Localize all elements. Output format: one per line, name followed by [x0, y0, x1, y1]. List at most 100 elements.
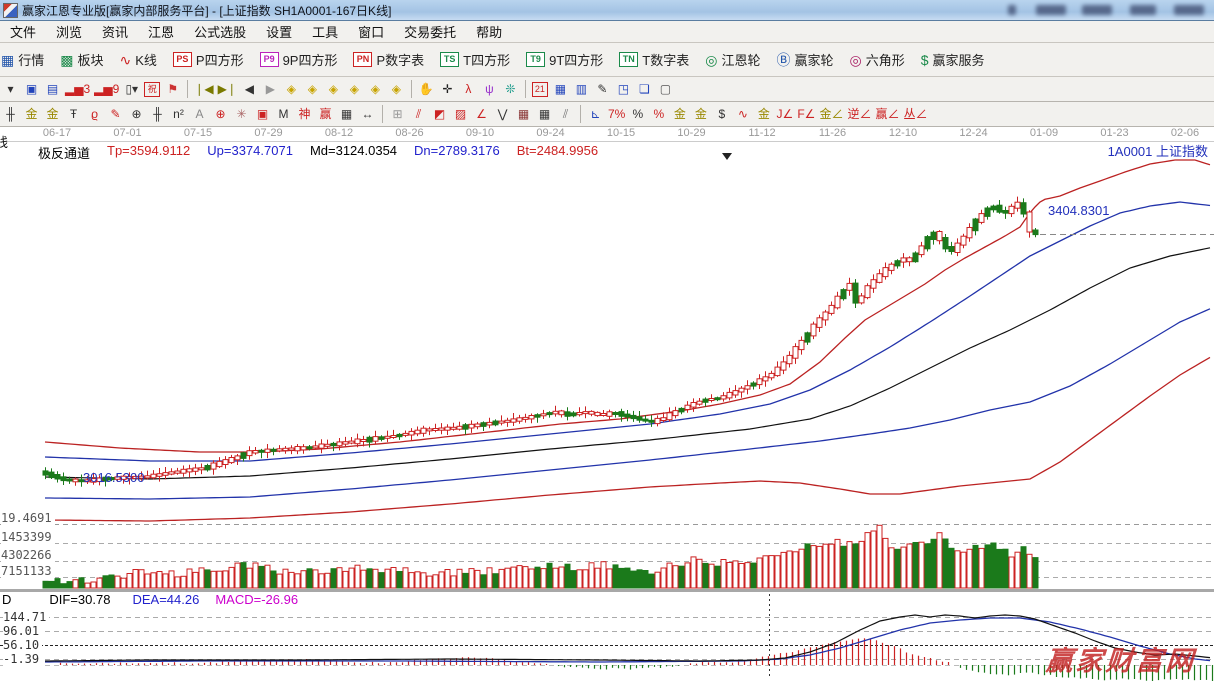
- j-angle-icon[interactable]: J∠: [776, 105, 793, 123]
- f-angle-icon[interactable]: F∠: [797, 105, 815, 123]
- spiral-icon[interactable]: ϱ: [86, 105, 103, 123]
- left-cut-label: 线: [0, 132, 8, 151]
- a-mirror-icon[interactable]: A: [191, 105, 208, 123]
- percent-icon[interactable]: %: [629, 105, 646, 123]
- angle-measure-icon[interactable]: λ: [460, 80, 477, 98]
- grid-123-icon[interactable]: ▦: [338, 105, 355, 123]
- parallel-lines-icon[interactable]: ⫽: [557, 105, 574, 123]
- toolbar-button-ts-square-badge-icon[interactable]: TST四方形: [432, 47, 518, 73]
- menu-item-8[interactable]: 窗口: [348, 22, 394, 41]
- bars-3-icon[interactable]: ▂▅3: [65, 80, 90, 98]
- v-wave-icon[interactable]: ⋁: [494, 105, 511, 123]
- menu-item-9[interactable]: 交易委托: [394, 22, 466, 41]
- menu-item-5[interactable]: 公式选股: [184, 22, 256, 41]
- grid-hash-icon[interactable]: ╫: [2, 105, 19, 123]
- t-grid-icon[interactable]: Ŧ: [65, 105, 82, 123]
- menu-item-1[interactable]: 文件: [0, 22, 46, 41]
- toolbar-button-p9-square-badge-icon[interactable]: P99P四方形: [252, 47, 346, 73]
- toolbar-button-winner-wheel-icon[interactable]: Ⓑ赢家轮: [768, 47, 841, 73]
- band-tool-icon[interactable]: ψ: [481, 80, 498, 98]
- bars-9-icon[interactable]: ▂▅9: [94, 80, 119, 98]
- hand-pan-icon[interactable]: ✋: [418, 80, 435, 98]
- h-range-icon[interactable]: ↔: [359, 105, 376, 123]
- quote-list-icon[interactable]: ▥: [573, 80, 590, 98]
- titlebar[interactable]: 赢家江恩专业版[赢家内部服务平台] - [上证指数 SH1A0001-167日K…: [0, 0, 1214, 21]
- m-wave-icon[interactable]: M: [275, 105, 292, 123]
- box-fan-icon[interactable]: ◩: [431, 105, 448, 123]
- menu-item-3[interactable]: 资讯: [92, 22, 138, 41]
- ying-angle-icon[interactable]: 赢∠: [875, 105, 899, 123]
- flag-icon[interactable]: ⚑: [164, 80, 181, 98]
- wave-icon[interactable]: ∿: [734, 105, 751, 123]
- percent-line-icon[interactable]: %: [650, 105, 667, 123]
- edit-note-icon[interactable]: ✎: [594, 80, 611, 98]
- money-icon[interactable]: $: [713, 105, 730, 123]
- pc-icon[interactable]: ▢: [657, 80, 674, 98]
- save-icon[interactable]: ◳: [615, 80, 632, 98]
- window-globe-icon[interactable]: ❏: [636, 80, 653, 98]
- toolbar-button-tn-number-badge-icon[interactable]: TNT数字表: [611, 47, 697, 73]
- blurred-titlebar-item: [1008, 5, 1016, 15]
- ps-square-badge-icon: PS: [173, 52, 192, 67]
- menu-item-2[interactable]: 浏览: [46, 22, 92, 41]
- toolbar-button-hexagon-icon[interactable]: ◎六角形: [841, 47, 912, 73]
- pattern-box-icon[interactable]: ▣: [23, 80, 40, 98]
- toolbar-button-quotes-grid-icon[interactable]: ▦行情: [0, 47, 52, 73]
- box-fan2-icon[interactable]: ▨: [452, 105, 469, 123]
- diamond-vexpand-icon[interactable]: ◈: [367, 80, 384, 98]
- gold-circle-icon[interactable]: 金: [671, 105, 688, 123]
- diamond-left-icon[interactable]: ◈: [283, 80, 300, 98]
- angle-fan-icon[interactable]: ∠: [473, 105, 490, 123]
- toolbar-button-sector-blocks-icon[interactable]: ▩板块: [52, 47, 111, 73]
- ruler-chart-icon[interactable]: ⊾: [587, 105, 604, 123]
- toolbar-button-kline-icon[interactable]: ∿K线: [112, 47, 165, 73]
- menu-item-4[interactable]: 江恩: [138, 22, 184, 41]
- toolbar-button-t9-square-badge-icon[interactable]: T99T四方形: [518, 47, 611, 73]
- percent-7-icon[interactable]: 7%: [608, 105, 625, 123]
- ni-angle-icon[interactable]: 逆∠: [847, 105, 871, 123]
- gold-angle-icon[interactable]: 金∠: [819, 105, 843, 123]
- clock-circle-icon[interactable]: ⊕: [128, 105, 145, 123]
- diamond-hcollapse-icon[interactable]: ◈: [346, 80, 363, 98]
- step-forward-icon[interactable]: ▶: [262, 80, 279, 98]
- dense-grid-icon[interactable]: ▦: [515, 105, 532, 123]
- toolbar-button-ps-square-badge-icon[interactable]: PSP四方形: [165, 47, 252, 73]
- clipboard-icon[interactable]: ▤: [44, 80, 61, 98]
- calculator-icon[interactable]: ▦: [552, 80, 569, 98]
- gold-grid-icon[interactable]: 金: [23, 105, 40, 123]
- gold-line-icon[interactable]: 金: [692, 105, 709, 123]
- ying-tool-icon[interactable]: 赢: [317, 105, 334, 123]
- box-target-icon[interactable]: ▣: [254, 105, 271, 123]
- dollar-service-icon: $: [921, 53, 929, 67]
- diamond-hexpand-icon[interactable]: ◈: [325, 80, 342, 98]
- brain-icon[interactable]: ❊: [502, 80, 519, 98]
- toolbar-button-dollar-service-icon[interactable]: $赢家服务: [913, 47, 993, 73]
- skip-start-icon[interactable]: ❘◀: [194, 80, 213, 98]
- red-pencil-icon[interactable]: ✎: [107, 105, 124, 123]
- dropdown-caret-icon[interactable]: ▾: [2, 80, 19, 98]
- star-rays-icon[interactable]: ✳: [233, 105, 250, 123]
- shen-tool-icon[interactable]: 神: [296, 105, 313, 123]
- menu-item-6[interactable]: 设置: [256, 22, 302, 41]
- menu-item-7[interactable]: 工具: [302, 22, 348, 41]
- frame-icon[interactable]: ⊞: [389, 105, 406, 123]
- toolbar-button-gann-wheel-icon[interactable]: ◎江恩轮: [697, 47, 768, 73]
- circle-cross-icon[interactable]: ⊕: [212, 105, 229, 123]
- crosshair-icon[interactable]: ✛: [439, 80, 456, 98]
- small-hash-icon[interactable]: ╫: [149, 105, 166, 123]
- zhu-tool-icon[interactable]: 祝: [144, 82, 160, 97]
- step-back-icon[interactable]: ◀: [241, 80, 258, 98]
- calendar-21-icon[interactable]: 21: [532, 82, 548, 97]
- candle-style-icon[interactable]: ▯▾: [123, 80, 140, 98]
- gold-grid2-icon[interactable]: 金: [44, 105, 61, 123]
- n-squared-icon[interactable]: n²: [170, 105, 187, 123]
- dense-grid2-icon[interactable]: ▦: [536, 105, 553, 123]
- cong-angle-icon[interactable]: 丛∠: [903, 105, 927, 123]
- diamond-expand-all-icon[interactable]: ◈: [388, 80, 405, 98]
- diamond-right-icon[interactable]: ◈: [304, 80, 321, 98]
- gold2-icon[interactable]: 金: [755, 105, 772, 123]
- menu-item-10[interactable]: 帮助: [466, 22, 512, 41]
- toolbar-button-pn-number-badge-icon[interactable]: PNP数字表: [345, 47, 432, 73]
- fan-rays-icon[interactable]: ⫽: [410, 105, 427, 123]
- skip-end-icon[interactable]: ▶❘: [218, 80, 237, 98]
